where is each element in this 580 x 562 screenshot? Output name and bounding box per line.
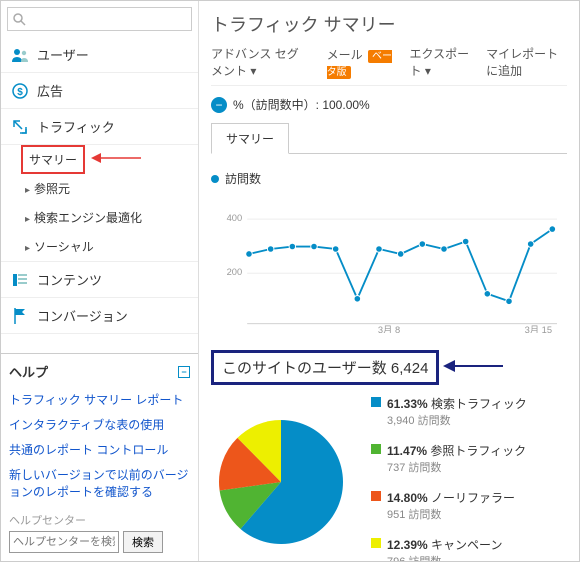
- legend-square-icon: [371, 397, 381, 407]
- nav-label: ユーザー: [37, 45, 89, 64]
- svg-text:3月 8: 3月 8: [378, 325, 400, 333]
- toolbar-advanced-segment[interactable]: アドバンス セグメント ▾: [211, 45, 311, 79]
- toolbar-mail[interactable]: メール ベータ版: [327, 46, 394, 78]
- highlight-arrow-icon: [443, 362, 503, 376]
- pie-legend-item: 61.33% 検索トラフィック3,940 訪問数: [371, 395, 527, 428]
- page-title: トラフィック サマリー: [211, 11, 567, 37]
- pie-legend-item: 11.47% 参照トラフィック737 訪問数: [371, 442, 527, 475]
- tab-summary[interactable]: サマリー: [211, 123, 289, 154]
- metric-toggle[interactable]: −: [211, 97, 227, 113]
- search-icon: [12, 12, 26, 29]
- nav-content[interactable]: コンテンツ: [1, 261, 198, 298]
- caret-icon: ▸: [25, 185, 30, 196]
- chevron-down-icon: ▾: [425, 64, 431, 78]
- toolbar-myreport[interactable]: マイレポートに追加: [486, 45, 567, 79]
- dollar-icon: $: [11, 82, 29, 100]
- nav-label: トラフィック: [37, 117, 115, 136]
- line-legend-label: 訪問数: [225, 170, 261, 187]
- svg-text:3月 15: 3月 15: [525, 325, 552, 333]
- legend-square-icon: [371, 538, 381, 548]
- user-count-box: このサイトのユーザー数 6,424: [211, 350, 439, 385]
- help-link[interactable]: トラフィック サマリー レポート: [9, 387, 190, 412]
- traffic-icon: [11, 118, 29, 136]
- legend-dot-icon: [211, 175, 219, 183]
- nav-label: コンバージョン: [37, 306, 128, 325]
- collapse-icon[interactable]: −: [178, 366, 190, 378]
- help-title: ヘルプ: [9, 362, 48, 381]
- nav-label: 広告: [37, 81, 63, 100]
- content-icon: [11, 271, 29, 289]
- nav-traffic[interactable]: トラフィック: [1, 109, 198, 145]
- users-icon: [11, 46, 29, 64]
- svg-text:400: 400: [227, 213, 243, 223]
- nav-ads[interactable]: $ 広告: [1, 73, 198, 109]
- svg-text:200: 200: [227, 267, 243, 277]
- subnav-seo[interactable]: ▸検索エンジン最適化: [21, 203, 198, 232]
- subnav-referrer[interactable]: ▸参照元: [21, 174, 198, 203]
- pie-legend-item: 14.80% ノーリファラー951 訪問数: [371, 489, 527, 522]
- help-center-label: ヘルプセンター: [9, 512, 190, 528]
- chevron-down-icon: ▾: [250, 64, 256, 78]
- line-chart: 400 200 3月 8 3月 15: [211, 193, 567, 333]
- caret-icon: ▸: [25, 214, 30, 225]
- help-link[interactable]: 新しいバージョンで以前のバージョンのレポートを確認する: [9, 462, 190, 504]
- help-center-search-button[interactable]: 検索: [123, 531, 163, 553]
- flag-icon: [11, 307, 29, 325]
- subnav-summary[interactable]: サマリー: [21, 145, 85, 174]
- highlight-arrow-icon: [91, 152, 141, 167]
- metric-label: %（訪問数中）: 100.00%: [233, 96, 370, 113]
- pie-legend-item: 12.39% キャンペーン796 訪問数: [371, 536, 527, 561]
- toolbar-export[interactable]: エクスポート ▾: [410, 45, 471, 79]
- legend-square-icon: [371, 491, 381, 501]
- svg-text:$: $: [17, 87, 23, 98]
- help-link[interactable]: 共通のレポート コントロール: [9, 437, 190, 462]
- caret-icon: ▸: [25, 243, 30, 254]
- pie-chart: [211, 412, 351, 552]
- nav-conversion[interactable]: コンバージョン: [1, 298, 198, 334]
- legend-square-icon: [371, 444, 381, 454]
- search-input[interactable]: [7, 7, 192, 31]
- subnav-social[interactable]: ▸ソーシャル: [21, 232, 198, 261]
- help-center-input[interactable]: [9, 531, 119, 553]
- nav-users[interactable]: ユーザー: [1, 37, 198, 73]
- help-link[interactable]: インタラクティブな表の使用: [9, 412, 190, 437]
- nav-label: コンテンツ: [37, 270, 102, 289]
